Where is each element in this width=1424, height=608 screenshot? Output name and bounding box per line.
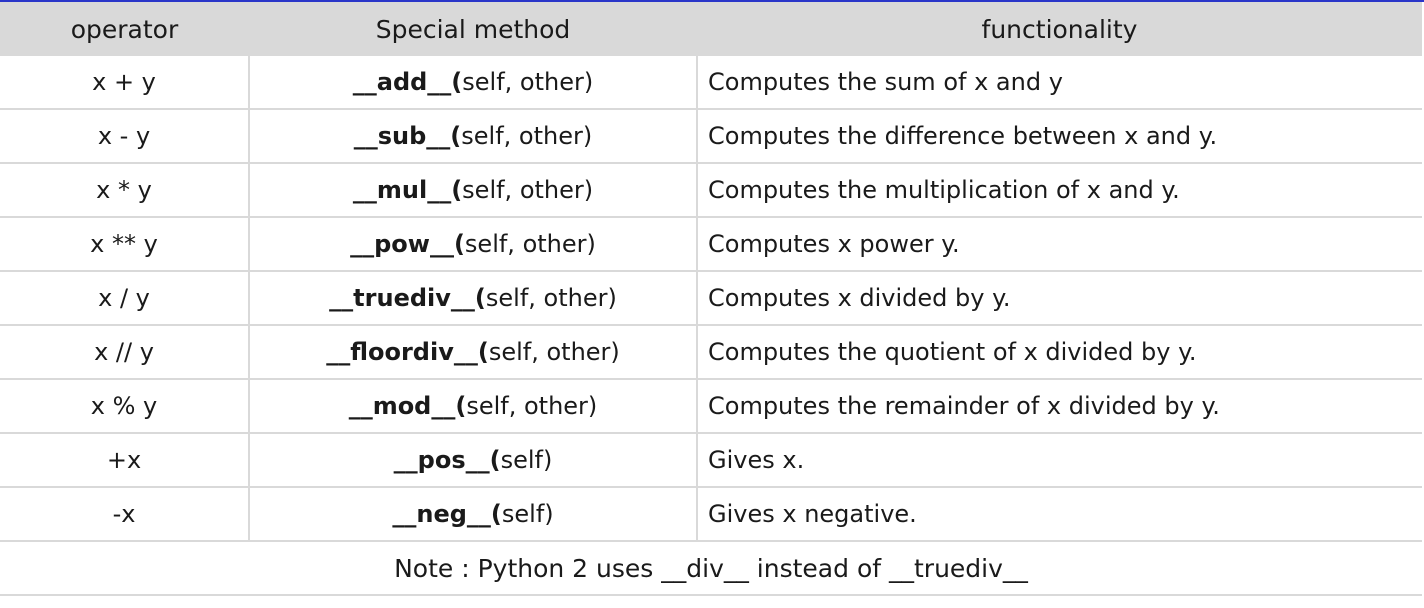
method-name: __neg__(	[392, 500, 502, 528]
table-row: x ** y __pow__(self, other) Computes x p…	[0, 217, 1422, 272]
operator-table: operator Special method functionality x …	[0, 2, 1422, 596]
method-cell: __add__(self, other)	[249, 56, 698, 110]
method-args: self, other)	[462, 68, 594, 96]
method-args: self, other)	[461, 122, 593, 150]
functionality-cell: Computes the sum of x and y	[697, 56, 1422, 110]
method-args: self, other)	[466, 392, 598, 420]
method-args: self, other)	[485, 284, 617, 312]
operator-cell: x - y	[0, 109, 250, 164]
method-name: __mul__(	[352, 176, 463, 204]
method-name: __floordiv__(	[326, 338, 489, 366]
functionality-cell: Gives x.	[697, 433, 1422, 488]
method-args: self)	[501, 500, 554, 528]
table-row: x * y __mul__(self, other) Computes the …	[0, 163, 1422, 218]
method-cell: __floordiv__(self, other)	[249, 325, 698, 380]
method-name: __add__(	[352, 68, 463, 96]
operator-cell: x % y	[0, 379, 250, 434]
method-args: self, other)	[462, 176, 594, 204]
method-args: self)	[500, 446, 553, 474]
table-note: Note : Python 2 uses __div__ instead of …	[0, 541, 1422, 596]
method-cell: __sub__(self, other)	[249, 109, 698, 164]
method-cell: __pos__(self)	[249, 433, 698, 488]
functionality-cell: Computes the remainder of x divided by y…	[697, 379, 1422, 434]
header-operator: operator	[0, 2, 249, 56]
method-args: self, other)	[488, 338, 620, 366]
table-row: x / y __truediv__(self, other) Computes …	[0, 271, 1422, 326]
method-cell: __truediv__(self, other)	[249, 271, 698, 326]
method-cell: __mul__(self, other)	[249, 163, 698, 218]
note-row: Note : Python 2 uses __div__ instead of …	[0, 541, 1422, 596]
table-row: +x __pos__(self) Gives x.	[0, 433, 1422, 488]
method-cell: __pow__(self, other)	[249, 217, 698, 272]
method-cell: __neg__(self)	[249, 487, 698, 542]
operator-cell: +x	[0, 433, 250, 488]
header-row: operator Special method functionality	[0, 2, 1422, 56]
table-row: -x __neg__(self) Gives x negative.	[0, 487, 1422, 542]
table-row: x % y __mod__(self, other) Computes the …	[0, 379, 1422, 434]
operator-cell: x + y	[0, 56, 250, 110]
table-row: x + y __add__(self, other) Computes the …	[0, 56, 1422, 110]
functionality-cell: Computes the multiplication of x and y.	[697, 163, 1422, 218]
method-name: __sub__(	[353, 122, 462, 150]
method-name: __truediv__(	[329, 284, 486, 312]
functionality-cell: Computes x divided by y.	[697, 271, 1422, 326]
method-name: __pow__(	[350, 230, 465, 258]
method-args: self, other)	[464, 230, 596, 258]
header-functionality: functionality	[697, 2, 1422, 56]
operator-cell: x * y	[0, 163, 250, 218]
method-cell: __mod__(self, other)	[249, 379, 698, 434]
operator-cell: -x	[0, 487, 250, 542]
operator-cell: x ** y	[0, 217, 250, 272]
header-special-method: Special method	[249, 2, 697, 56]
table-row: x // y __floordiv__(self, other) Compute…	[0, 325, 1422, 380]
operator-cell: x / y	[0, 271, 250, 326]
functionality-cell: Gives x negative.	[697, 487, 1422, 542]
table-row: x - y __sub__(self, other) Computes the …	[0, 109, 1422, 164]
functionality-cell: Computes x power y.	[697, 217, 1422, 272]
method-name: __pos__(	[393, 446, 501, 474]
functionality-cell: Computes the quotient of x divided by y.	[697, 325, 1422, 380]
method-name: __mod__(	[348, 392, 467, 420]
functionality-cell: Computes the difference between x and y.	[697, 109, 1422, 164]
operator-cell: x // y	[0, 325, 250, 380]
